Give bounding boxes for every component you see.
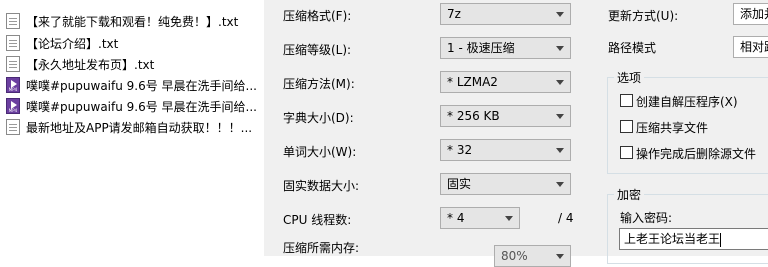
compression-level-label: 压缩等级(L):: [283, 43, 352, 57]
chevron-down-icon: [556, 182, 564, 187]
chevron-down-icon: [505, 216, 513, 221]
solid-block-size-label: 固实数据大小:: [283, 179, 360, 193]
compress-shared-checkbox[interactable]: [620, 120, 633, 133]
memory-usage-label: 压缩所需内存:: [283, 241, 360, 255]
file-name: 【论坛介绍】.txt: [26, 36, 119, 51]
txt-file-icon: [6, 13, 20, 29]
options-group-title: 选项: [614, 69, 645, 86]
txt-file-icon: [6, 56, 20, 72]
file-row[interactable]: 【来了就能下载和观看！纯免费！】.txt: [6, 11, 262, 31]
word-size-select[interactable]: * 32: [440, 139, 571, 161]
cpu-threads-select[interactable]: * 4: [440, 207, 520, 229]
file-row[interactable]: 【论坛介绍】.txt: [6, 33, 262, 53]
chevron-down-icon: [556, 148, 564, 153]
path-mode-select[interactable]: 相对路: [733, 36, 768, 58]
file-list: 【来了就能下载和观看！纯免费！】.txt 【论坛介绍】.txt 【永久地址发布页…: [0, 0, 264, 256]
solid-block-size-select[interactable]: 固实: [440, 173, 571, 195]
add-to-archive-dialog: 压缩格式(F): 7z 压缩等级(L): 1 - 极速压缩 压缩方法(M): *…: [268, 0, 768, 267]
chevron-down-icon: [556, 12, 564, 17]
create-sfx-label: 创建自解压程序(X): [636, 95, 738, 109]
chevron-down-icon: [556, 80, 564, 85]
cpu-threads-value: * 4: [447, 211, 465, 225]
text-caret: [720, 232, 722, 247]
delete-after-label: 操作完成后删除源文件: [636, 147, 757, 161]
file-row[interactable]: 噗噗#pupuwaifu 9.6号 早晨在洗手间给...: [6, 96, 262, 116]
memory-usage-value: 80%: [501, 249, 528, 263]
dictionary-size-select[interactable]: * 256 KB: [440, 105, 571, 127]
compression-level-select[interactable]: 1 - 极速压缩: [440, 37, 571, 59]
compress-shared-label: 压缩共享文件: [636, 121, 709, 135]
compression-method-value: * LZMA2: [447, 75, 498, 89]
cpu-threads-label: CPU 线程数:: [283, 213, 352, 227]
path-mode-value: 相对路: [740, 40, 768, 54]
archive-format-value: 7z: [447, 7, 461, 21]
cpu-threads-max: / 4: [558, 211, 574, 225]
txt-file-icon: [6, 119, 20, 135]
delete-after-checkbox[interactable]: [620, 146, 633, 159]
password-value: 上老王论坛当老王: [624, 232, 721, 246]
chevron-down-icon: [556, 46, 564, 51]
archive-format-select[interactable]: 7z: [440, 3, 571, 25]
compression-method-select[interactable]: * LZMA2: [440, 71, 571, 93]
file-name: 【永久地址发布页】.txt: [26, 57, 155, 72]
update-mode-value: 添加并: [740, 7, 768, 21]
memory-usage-select[interactable]: 80%: [494, 245, 571, 267]
chevron-down-icon: [556, 114, 564, 119]
chevron-down-icon: [556, 254, 564, 259]
password-label: 输入密码:: [620, 211, 673, 225]
word-size-label: 单词大小(W):: [283, 145, 357, 159]
encryption-group-title: 加密: [614, 186, 645, 203]
update-mode-label: 更新方式(U):: [608, 9, 679, 23]
file-name: 【来了就能下载和观看！纯免费！】.txt: [26, 14, 239, 29]
dictionary-size-value: * 256 KB: [447, 109, 500, 123]
txt-file-icon: [6, 35, 20, 51]
mp4-file-icon: [6, 98, 20, 114]
archive-format-label: 压缩格式(F):: [283, 9, 352, 23]
create-sfx-checkbox[interactable]: [620, 94, 633, 107]
update-mode-select[interactable]: 添加并: [733, 3, 768, 25]
mp4-file-icon: [6, 77, 20, 93]
file-row[interactable]: 最新地址及APP请发邮箱自动获取！！！...: [6, 117, 262, 137]
file-name: 噗噗#pupuwaifu 9.6号 早晨在洗手间给...: [26, 99, 257, 114]
path-mode-label: 路径模式: [608, 41, 657, 55]
compression-level-value: 1 - 极速压缩: [447, 41, 515, 55]
solid-block-size-value: 固实: [447, 177, 472, 191]
file-name: 噗噗#pupuwaifu 9.6号 早晨在洗手间给...: [26, 78, 257, 93]
word-size-value: * 32: [447, 143, 473, 157]
compression-method-label: 压缩方法(M):: [283, 77, 355, 91]
file-row[interactable]: 【永久地址发布页】.txt: [6, 54, 262, 74]
password-input[interactable]: 上老王论坛当老王: [619, 228, 768, 250]
dictionary-size-label: 字典大小(D):: [283, 111, 354, 125]
file-row[interactable]: 噗噗#pupuwaifu 9.6号 早晨在洗手间给...: [6, 75, 262, 95]
file-name: 最新地址及APP请发邮箱自动获取！！！...: [26, 120, 253, 135]
